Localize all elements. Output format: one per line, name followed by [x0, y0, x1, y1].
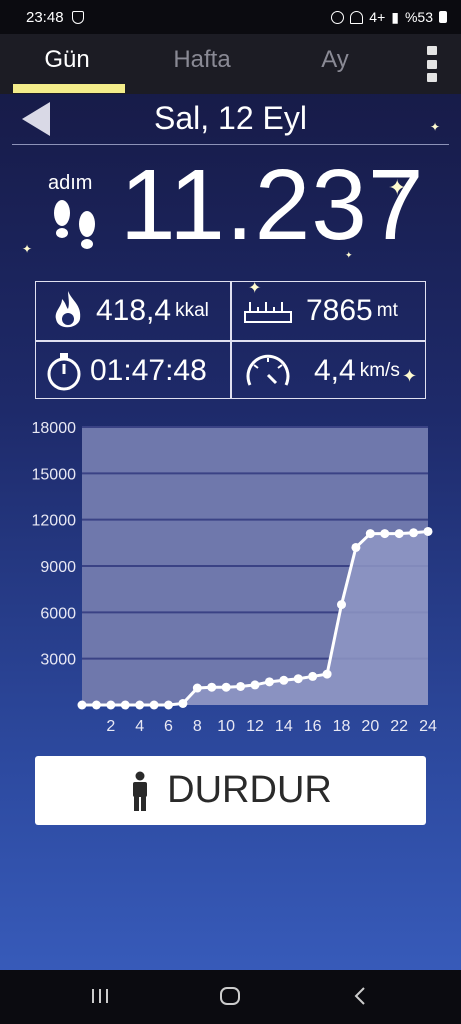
speed-value: 4,4 — [314, 354, 356, 387]
stop-button[interactable]: DURDUR — [35, 756, 426, 825]
status-icons: 4+ ▮ %53 — [331, 9, 447, 26]
chart-point — [380, 529, 390, 539]
chart-point — [423, 526, 433, 536]
x-tick-label: 2 — [106, 718, 115, 735]
chart-point — [106, 700, 116, 710]
home-icon[interactable] — [219, 986, 241, 1006]
chart-point — [120, 700, 130, 710]
system-nav-bar — [0, 970, 461, 1024]
chart-point — [293, 674, 303, 684]
duration-cell: 01:47:48 — [36, 342, 230, 400]
chart-point — [149, 700, 159, 710]
signal-icon: ▮ — [391, 8, 399, 25]
tab-day[interactable]: Gün — [0, 34, 134, 94]
alarm-icon — [331, 10, 345, 24]
ruler-icon — [244, 302, 292, 323]
chart-point — [279, 675, 289, 685]
battery-icon — [439, 11, 447, 23]
y-tick-label: 9000 — [40, 559, 76, 576]
status-time: 23:48 — [26, 8, 64, 26]
chart-point — [192, 683, 202, 693]
x-tick-label: 22 — [390, 718, 408, 735]
star-icon: ✦ — [430, 120, 441, 134]
footsteps-icon — [54, 200, 95, 249]
steps-count: 11.237 — [120, 149, 425, 261]
y-tick-label: 18000 — [32, 420, 77, 437]
x-tick-label: 16 — [304, 718, 322, 735]
x-tick-label: 4 — [135, 718, 144, 735]
distance-unit: mt — [376, 300, 398, 321]
stats-grid: 418,4 kkal 7865 mt 01:47:48 4,4 km/s — [35, 281, 426, 399]
duration-value: 01:47:48 — [90, 354, 207, 387]
chart-point — [135, 700, 145, 710]
chart-point — [322, 669, 332, 679]
y-tick-label: 12000 — [32, 513, 77, 530]
date-title: Sal, 12 Eyl — [154, 100, 307, 136]
chart-point — [308, 671, 318, 681]
star-icon: ✦ — [22, 242, 33, 256]
chart-point — [337, 600, 346, 610]
speed-unit: km/s — [359, 360, 400, 381]
tab-week[interactable]: Hafta — [134, 34, 270, 94]
distance-value: 7865 — [306, 294, 373, 327]
divider — [12, 144, 449, 145]
status-bar: 23:48 4+ ▮ %53 — [0, 0, 461, 34]
period-tabs: Gün Hafta Ay — [0, 34, 461, 94]
recent-apps-icon[interactable] — [90, 986, 110, 1006]
wifi-icon — [350, 10, 364, 24]
menu-dot — [427, 73, 437, 82]
network-type: 4+ — [369, 9, 386, 25]
chart-point — [394, 529, 404, 539]
chart-point — [409, 528, 419, 538]
stop-button-label: DURDUR — [167, 769, 332, 811]
chart-point — [365, 529, 375, 539]
menu-dot — [427, 46, 437, 55]
chart-point — [221, 682, 231, 692]
steps-chart: 3000600090001200015000180002 4 6 8 10 12 14 16 1… — [32, 420, 438, 735]
chart-point — [236, 681, 246, 691]
distance-cell: 7865 mt — [232, 282, 426, 340]
y-tick-label: 6000 — [40, 605, 76, 622]
chart-point — [250, 680, 260, 690]
speedometer-icon — [246, 354, 290, 386]
shield-icon — [71, 10, 84, 24]
x-tick-label: 24 — [419, 718, 437, 735]
chart-point — [77, 700, 87, 710]
chart-point — [178, 698, 188, 708]
chart-point — [207, 682, 217, 692]
chart-point — [91, 700, 101, 710]
flame-icon — [55, 291, 81, 328]
chart-point — [264, 677, 274, 687]
date-bar: Sal, 12 Eyl — [0, 94, 461, 146]
stopwatch-icon — [47, 353, 81, 391]
x-tick-label: 8 — [193, 718, 202, 735]
y-tick-label: 3000 — [40, 652, 76, 669]
x-tick-label: 12 — [246, 718, 264, 735]
calories-unit: kkal — [175, 300, 209, 321]
overflow-menu-button[interactable] — [425, 46, 439, 82]
x-tick-label: 6 — [164, 718, 173, 735]
x-tick-label: 18 — [333, 718, 351, 735]
chart-point — [164, 700, 173, 710]
x-tick-label: 14 — [275, 718, 293, 735]
speed-cell: 4,4 km/s — [232, 342, 426, 400]
x-tick-label: 20 — [361, 718, 379, 735]
steps-label: adım — [48, 172, 93, 194]
x-tick-label: 10 — [217, 718, 235, 735]
calories-value: 418,4 — [96, 294, 172, 327]
calories-cell: 418,4 kkal — [36, 282, 230, 340]
tab-month[interactable]: Ay — [270, 34, 400, 94]
person-icon — [133, 771, 148, 811]
back-icon[interactable] — [350, 986, 370, 1006]
y-tick-label: 15000 — [32, 466, 77, 483]
chart-point — [351, 542, 361, 552]
menu-dot — [427, 59, 437, 69]
battery-text: %53 — [404, 9, 433, 25]
